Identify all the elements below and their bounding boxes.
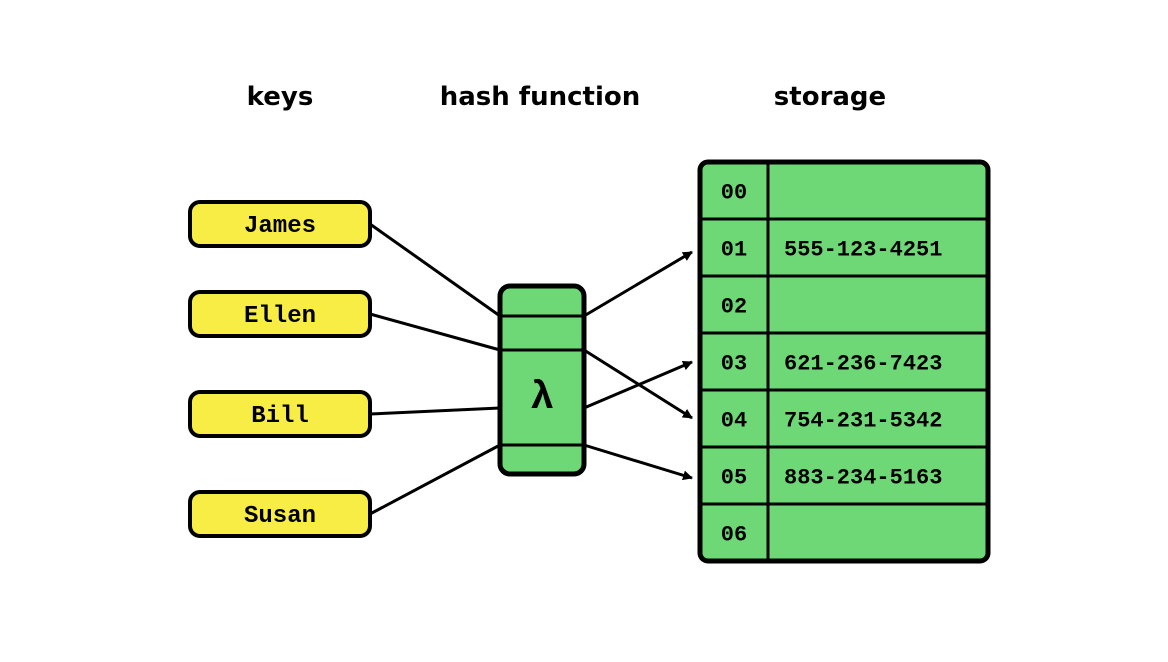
keys-group: James Ellen Bill Susan — [190, 202, 370, 536]
hash-function-box: λ — [500, 286, 584, 474]
hash-symbol: λ — [530, 376, 554, 421]
storage-index: 04 — [721, 409, 747, 434]
key-label-3: Susan — [244, 503, 316, 530]
key-label-0: James — [244, 213, 316, 240]
storage-index: 03 — [721, 352, 747, 377]
storage-value: 555-123-4251 — [784, 238, 942, 263]
key-label-1: Ellen — [244, 303, 316, 330]
storage-index: 06 — [721, 523, 747, 548]
storage-value: 754-231-5342 — [784, 409, 942, 434]
links-hash-to-storage — [584, 252, 692, 478]
key-box-2: Bill — [190, 392, 370, 436]
links-keys-to-hash — [370, 224, 500, 514]
storage-index: 02 — [721, 295, 747, 320]
storage-value: 621-236-7423 — [784, 352, 942, 377]
key-box-1: Ellen — [190, 292, 370, 336]
key-box-3: Susan — [190, 492, 370, 536]
heading-storage: storage — [774, 82, 886, 112]
storage-index: 01 — [721, 238, 747, 263]
heading-keys: keys — [247, 82, 314, 112]
storage-table: 00 01 555-123-4251 02 03 621-236-7423 04 754-23… — [700, 162, 988, 561]
storage-index: 00 — [721, 181, 747, 206]
storage-value: 883-234-5163 — [784, 466, 942, 491]
storage-index: 05 — [721, 466, 747, 491]
heading-hash: hash function — [440, 82, 641, 112]
key-box-0: James — [190, 202, 370, 246]
key-label-2: Bill — [251, 403, 309, 430]
